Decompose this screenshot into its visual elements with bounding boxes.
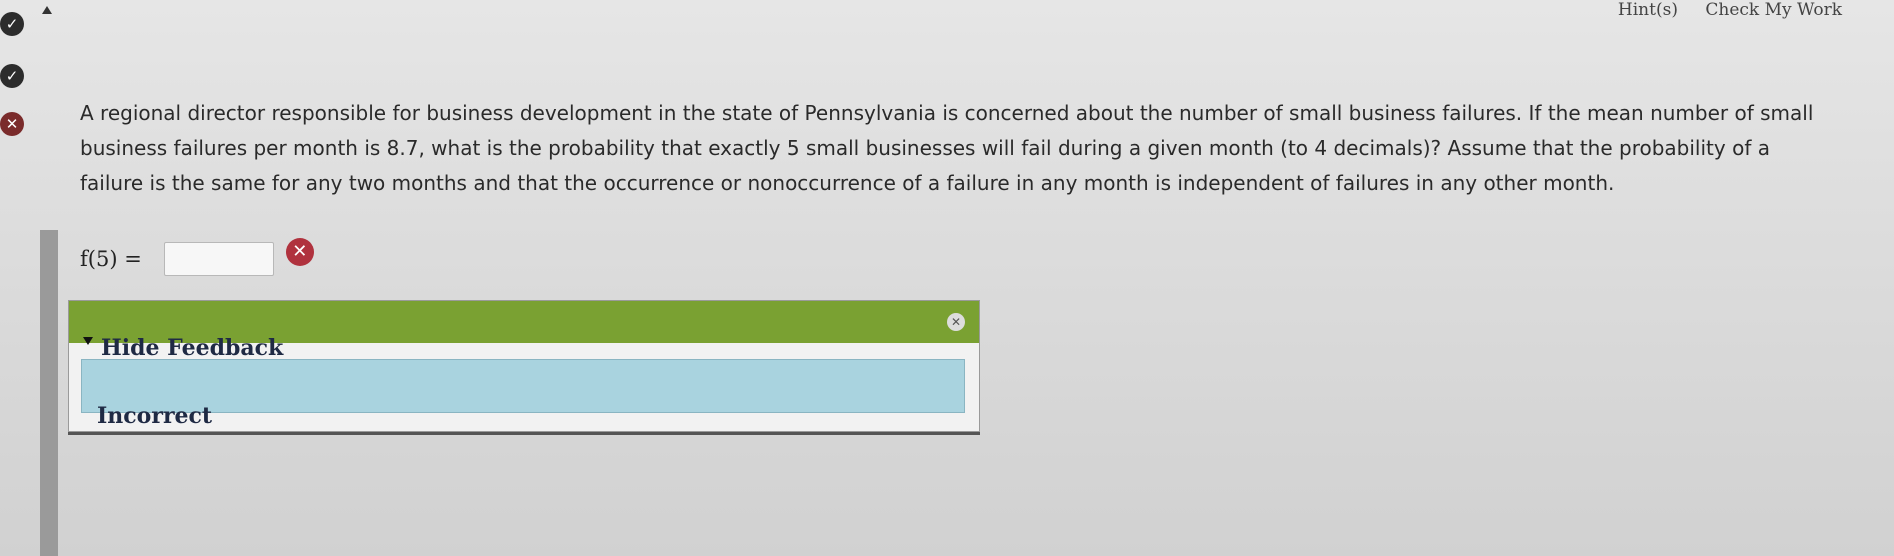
- check-my-work-link[interactable]: Check My Work: [1705, 0, 1842, 20]
- answer-input[interactable]: [163, 242, 274, 276]
- hide-feedback-label: Hide Feedback: [101, 335, 284, 361]
- close-icon[interactable]: ✕: [947, 313, 965, 331]
- check-icon[interactable]: ✓: [0, 64, 24, 88]
- hints-link[interactable]: Hint(s): [1618, 0, 1678, 20]
- feedback-panel: ✕ Hide Feedback Incorrect: [68, 300, 980, 432]
- answer-label: f(5) =: [80, 247, 142, 271]
- status-column: ✓ ✓ ✕: [0, 0, 40, 556]
- feedback-body: [81, 359, 965, 413]
- answer-row: f(5) = ✕: [80, 238, 314, 276]
- question-line: A regional director responsible for busi…: [80, 101, 1814, 125]
- check-icon[interactable]: ✓: [0, 12, 24, 36]
- triangle-down-icon: [83, 337, 93, 345]
- question-line: failure is the same for any two months a…: [80, 171, 1615, 195]
- hide-feedback-button[interactable]: Hide Feedback: [83, 335, 283, 361]
- question-text: A regional director responsible for busi…: [80, 96, 1880, 201]
- side-bar: [40, 230, 58, 556]
- wrong-icon[interactable]: ✕: [0, 112, 24, 136]
- top-links: Hint(s) Check My Work: [1596, 0, 1842, 20]
- collapse-arrow-icon[interactable]: [42, 6, 52, 14]
- question-line: business failures per month is 8.7, what…: [80, 136, 1770, 160]
- incorrect-icon: ✕: [285, 238, 314, 266]
- feedback-result: Incorrect: [97, 403, 213, 429]
